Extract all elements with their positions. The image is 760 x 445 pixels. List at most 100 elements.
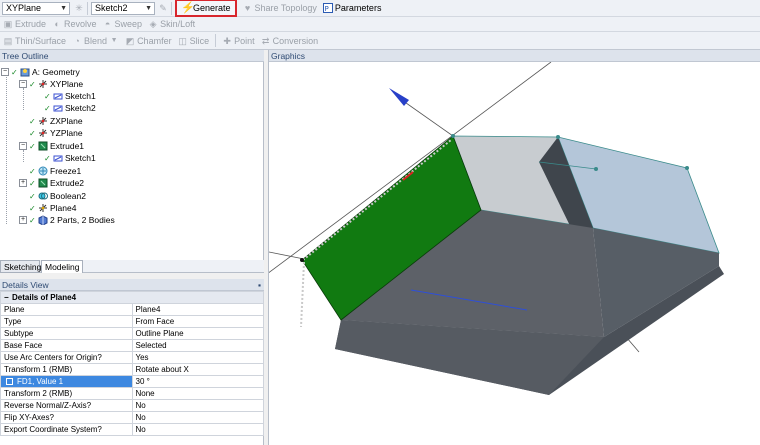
generate-button[interactable]: ⚡ Generate — [175, 0, 237, 17]
svg-text:P: P — [324, 5, 328, 13]
parameter-checkbox[interactable] — [6, 378, 13, 385]
property-value[interactable]: Rotate about X — [131, 363, 264, 376]
property-value[interactable]: No — [131, 423, 264, 436]
table-row[interactable]: Use Arc Centers for Origin? Yes — [0, 351, 264, 364]
collapse-icon[interactable]: − — [19, 80, 27, 88]
expand-icon[interactable]: + — [19, 216, 27, 224]
details-group-header[interactable]: − Details of Plane4 — [0, 291, 264, 304]
tree-item-label: Sketch1 — [65, 153, 96, 163]
property-value[interactable]: From Face — [131, 315, 264, 328]
revolve-label: Revolve — [64, 19, 97, 29]
pin-icon[interactable]: ▪ — [258, 279, 261, 291]
collapse-icon[interactable]: − — [1, 68, 9, 76]
revolve-button[interactable]: ◐ Revolve — [49, 17, 100, 31]
table-row[interactable]: Reverse Normal/Z-Axis? No — [0, 399, 264, 412]
parameters-button[interactable]: P Parameters — [320, 1, 385, 15]
tree-item-extrude1[interactable]: − ✓ Extrude1 — [19, 140, 84, 152]
main-toolbar: XYPlane ▼ ✳ Sketch2 ▼ ✎ ⚡ Generate ♥ Sha… — [0, 0, 760, 17]
sweep-label: Sweep — [114, 19, 143, 29]
tree-item-plane4[interactable]: ✓ Plane4 — [29, 202, 76, 214]
tree-item-boolean2[interactable]: ✓ Boolean2 — [29, 190, 86, 202]
tree-item-sketch1[interactable]: ✓ Sketch1 — [44, 90, 96, 102]
thin-surface-button[interactable]: ▤ Thin/Surface — [0, 34, 69, 48]
tree-item-zxplane[interactable]: ✓ ZXPlane — [29, 115, 83, 127]
check-icon: ✓ — [11, 67, 18, 77]
table-row[interactable]: Plane Plane4 — [0, 303, 264, 316]
graphics-viewport[interactable] — [269, 62, 760, 445]
tree-item-parts[interactable]: + ✓ 2 Parts, 2 Bodies — [19, 214, 115, 226]
table-row[interactable]: Flip XY-Axes? No — [0, 411, 264, 424]
tree-connector — [23, 88, 24, 110]
property-value[interactable]: Yes — [131, 351, 264, 364]
revolve-icon: ◐ — [54, 19, 60, 29]
tab-sketching[interactable]: Sketching — [0, 260, 41, 273]
sweep-button[interactable]: ◓ Sweep — [100, 17, 146, 31]
tree-item-label: 2 Parts, 2 Bodies — [50, 215, 115, 225]
point-button[interactable]: ✚ Point — [219, 34, 258, 48]
vertex-point[interactable] — [451, 134, 455, 138]
tab-modeling[interactable]: Modeling — [41, 260, 83, 273]
table-row[interactable]: Type From Face — [0, 315, 264, 328]
table-row[interactable]: Base Face Selected — [0, 339, 264, 352]
share-topology-button[interactable]: ♥ Share Topology — [240, 1, 320, 15]
graphics-panel: Graphics — [268, 50, 760, 445]
plane-combo[interactable]: XYPlane ▼ — [2, 1, 70, 15]
freeze-icon — [38, 166, 48, 176]
share-topology-icon: ♥ — [244, 3, 251, 13]
toolbar-divider — [171, 1, 172, 15]
new-plane-icon[interactable]: ✳ — [74, 3, 84, 13]
property-value[interactable]: No — [131, 411, 264, 424]
tree-item-xyplane[interactable]: − ✓ XYPlane — [19, 78, 83, 90]
details-table: − Details of Plane4 Plane Plane4 Type From … — [0, 291, 264, 436]
toolbar-divider — [215, 34, 217, 47]
vertex-point[interactable] — [594, 167, 598, 171]
table-row[interactable]: Export Coordinate System? No — [0, 423, 264, 436]
geometry-icon — [20, 67, 30, 77]
table-row[interactable]: Transform 2 (RMB) None — [0, 387, 264, 400]
table-row[interactable]: Transform 1 (RMB) Rotate about X — [0, 363, 264, 376]
chevron-down-icon: ▼ — [145, 4, 152, 12]
parameters-icon: P — [322, 3, 333, 13]
extrude-button[interactable]: ▣ Extrude — [0, 17, 49, 31]
collapse-icon[interactable]: − — [4, 293, 12, 302]
vertex-point[interactable] — [685, 166, 689, 170]
table-row[interactable]: Subtype Outline Plane — [0, 327, 264, 340]
vertex-point[interactable] — [556, 135, 560, 139]
new-sketch-icon[interactable]: ✎ — [158, 3, 168, 13]
tree-item-sketch2[interactable]: ✓ Sketch2 — [44, 102, 96, 114]
chamfer-button[interactable]: ◩ Chamfer — [122, 34, 175, 48]
skin-loft-label: Skin/Loft — [160, 19, 196, 29]
blend-button[interactable]: ◔ Blend ▼ — [69, 34, 122, 48]
plane-axes-icon — [38, 79, 48, 89]
property-value[interactable]: None — [131, 387, 264, 400]
slice-button[interactable]: ◫ Slice — [175, 34, 213, 48]
check-icon: ✓ — [29, 166, 36, 176]
expand-icon[interactable]: + — [19, 179, 27, 187]
skin-loft-button[interactable]: ◈ Skin/Loft — [145, 17, 198, 31]
tree-item-sketch1-extrude[interactable]: ✓ Sketch1 — [44, 152, 96, 164]
boolean-icon — [38, 191, 48, 201]
tree-item-geometry[interactable]: − ✓ A: Geometry — [1, 66, 80, 78]
sketch-combo[interactable]: Sketch2 ▼ — [91, 1, 155, 15]
collapse-icon[interactable]: − — [19, 142, 27, 150]
vertex-point[interactable] — [300, 258, 304, 262]
tree-item-label: Plane4 — [50, 203, 77, 213]
conversion-label: Conversion — [272, 35, 319, 46]
property-value[interactable]: No — [131, 399, 264, 412]
conversion-button[interactable]: ⇄ Conversion — [258, 34, 322, 48]
property-value[interactable]: Selected — [131, 339, 264, 352]
lightning-icon: ⚡ — [181, 2, 195, 14]
property-value[interactable]: 30 ° — [131, 375, 264, 388]
sketch-edge-dashed — [300, 261, 305, 328]
tree-item-yzplane[interactable]: ✓ YZPlane — [29, 127, 83, 139]
check-icon: ✓ — [29, 141, 36, 151]
property-value[interactable]: Outline Plane — [131, 327, 264, 340]
tree-item-label: A: Geometry — [32, 67, 80, 77]
property-value[interactable]: Plane4 — [131, 303, 264, 316]
property-key: Type — [0, 315, 133, 328]
tree-item-freeze1[interactable]: ✓ Freeze1 — [29, 165, 81, 177]
tree-item-extrude2[interactable]: + ✓ Extrude2 — [19, 177, 84, 189]
extrude-icon — [38, 141, 48, 151]
table-row-selected[interactable]: FD1, Value 1 30 ° — [0, 375, 264, 388]
extrude-icon — [38, 178, 48, 188]
